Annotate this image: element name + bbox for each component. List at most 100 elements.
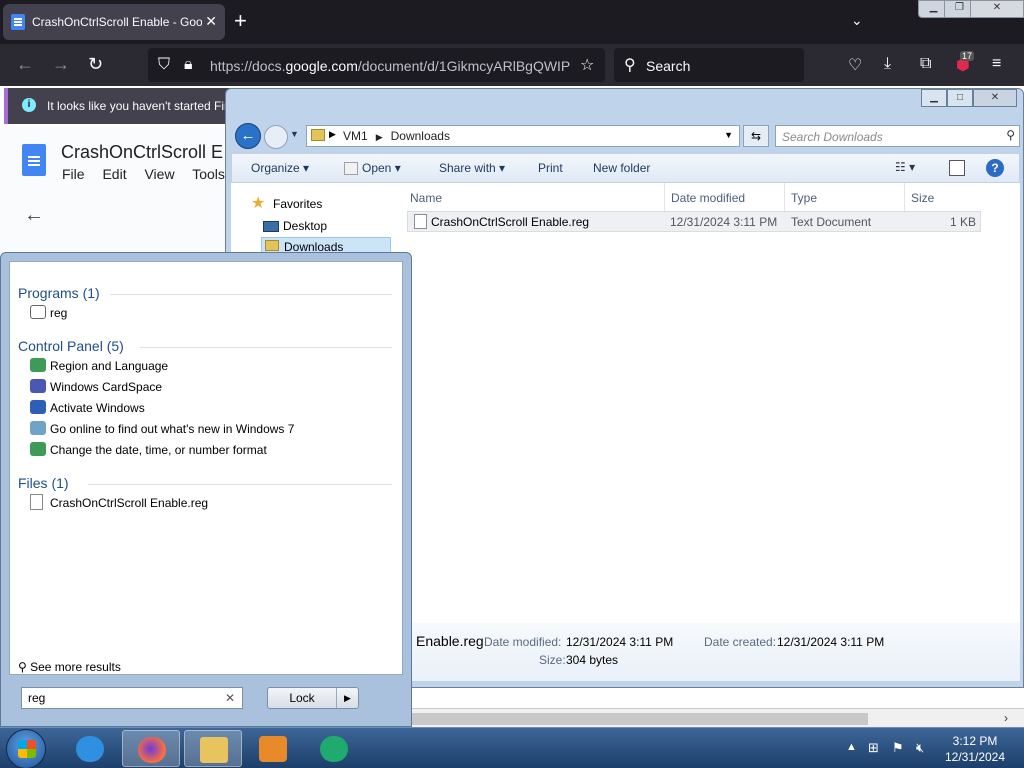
- url-text[interactable]: https://docs.google.com/document/d/1Gikm…: [210, 58, 575, 74]
- start-button[interactable]: [6, 729, 46, 768]
- table-row[interactable]: CrashOnCtrlScroll Enable.reg 12/31/2024 …: [407, 211, 981, 232]
- explorer-forward-button[interactable]: [264, 125, 288, 149]
- close-tab-icon[interactable]: ✕: [205, 13, 217, 30]
- forward-icon[interactable]: →: [52, 54, 70, 75]
- bookmark-star-icon[interactable]: ☆: [580, 55, 594, 75]
- list-all-tabs-icon[interactable]: ⌄: [851, 12, 863, 29]
- help-icon[interactable]: ?: [986, 159, 1004, 177]
- preview-pane-icon[interactable]: [949, 160, 965, 176]
- control-panel-header[interactable]: Control Panel (5): [18, 338, 124, 354]
- cp-change-date-format[interactable]: Change the date, time, or number format: [50, 443, 267, 457]
- programs-header[interactable]: Programs (1): [18, 285, 100, 301]
- print-button[interactable]: Print: [538, 161, 563, 175]
- lock-button[interactable]: Lock ▶: [267, 687, 359, 709]
- registry-editor-icon: [30, 305, 46, 319]
- document-title[interactable]: CrashOnCtrlScroll E: [61, 142, 223, 163]
- breadcrumb-downloads[interactable]: Downloads: [391, 129, 450, 143]
- tab-title: CrashOnCtrlScroll Enable - Goo: [32, 15, 202, 29]
- close-button[interactable]: ✕: [970, 0, 1024, 18]
- horizontal-scrollbar[interactable]: ›: [412, 708, 1024, 728]
- cp-region-and-language[interactable]: Region and Language: [50, 359, 168, 373]
- column-divider[interactable]: [664, 183, 665, 211]
- refresh-button[interactable]: ⇆: [743, 125, 769, 147]
- explorer-close-button[interactable]: ✕: [973, 89, 1017, 107]
- cp-windows-cardspace[interactable]: Windows CardSpace: [50, 380, 162, 394]
- details-date-created-label: Date created:: [704, 635, 777, 649]
- show-hidden-icons-icon[interactable]: ▲: [846, 741, 857, 753]
- explorer-minimize-button[interactable]: ▁: [921, 89, 947, 107]
- reload-icon[interactable]: ↻: [88, 54, 103, 75]
- menu-file[interactable]: File: [62, 166, 85, 182]
- network-icon[interactable]: ⊞: [868, 740, 879, 756]
- breadcrumb-chevron-icon[interactable]: ▶: [329, 129, 336, 140]
- organize-button[interactable]: Organize ▾: [251, 161, 309, 175]
- shield-icon[interactable]: ⛉: [158, 56, 170, 74]
- open-button[interactable]: Open ▾: [362, 161, 401, 175]
- nav-desktop[interactable]: Desktop: [283, 219, 327, 233]
- speaker-muted-icon[interactable]: 🔇︎: [916, 740, 924, 756]
- cp-whats-new[interactable]: Go online to find out what's new in Wind…: [50, 422, 294, 436]
- menu-icon[interactable]: ≡: [992, 55, 1001, 73]
- docs-logo-icon[interactable]: [22, 144, 46, 176]
- browser-tab-active[interactable]: CrashOnCtrlScroll Enable - Goo ✕: [3, 4, 225, 40]
- change-view-icon[interactable]: ☷ ▾: [895, 160, 915, 174]
- recent-pages-icon[interactable]: ▼: [290, 129, 299, 139]
- column-size[interactable]: Size: [911, 191, 934, 205]
- search-bar[interactable]: ⚲ Search: [614, 48, 804, 82]
- menu-tools[interactable]: Tools: [192, 166, 225, 182]
- nav-favorites[interactable]: Favorites: [273, 197, 322, 211]
- share-with-button[interactable]: Share with ▾: [439, 161, 505, 175]
- files-header[interactable]: Files (1): [18, 475, 69, 491]
- lock-icon[interactable]: 🔒︎: [184, 56, 193, 74]
- taskbar-media-player[interactable]: [244, 730, 302, 767]
- column-name[interactable]: Name: [410, 191, 442, 205]
- breadcrumb: VM1 ▶ Downloads: [343, 129, 458, 143]
- search-icon[interactable]: ⚲: [1006, 128, 1015, 142]
- taskbar-internet-explorer[interactable]: [61, 730, 119, 767]
- cp-activate-windows[interactable]: Activate Windows: [50, 401, 145, 415]
- menu-view[interactable]: View: [144, 166, 174, 182]
- file-result[interactable]: CrashOnCtrlScroll Enable.reg: [50, 496, 208, 510]
- browser-tab-bar: CrashOnCtrlScroll Enable - Goo ✕ + ⌄ ▁ ❐…: [0, 0, 1024, 44]
- cardspace-icon: [30, 379, 46, 393]
- scroll-right-icon[interactable]: ›: [1004, 711, 1008, 725]
- extensions-icon[interactable]: ⧉: [920, 55, 931, 73]
- text-file-icon: [414, 214, 427, 229]
- see-more-results-link[interactable]: ⚲ See more results: [18, 660, 121, 674]
- explorer-maximize-button[interactable]: □: [947, 89, 973, 107]
- start-search-input[interactable]: reg ✕: [21, 687, 243, 709]
- back-arrow-icon[interactable]: ←: [24, 204, 44, 227]
- taskbar-app[interactable]: [305, 730, 363, 767]
- breadcrumb-vm1[interactable]: VM1: [343, 129, 368, 143]
- explorer-search-input[interactable]: Search Downloads ⚲: [775, 125, 1020, 147]
- taskbar-firefox[interactable]: [122, 730, 180, 767]
- address-bar[interactable]: ▶ VM1 ▶ Downloads ▼: [306, 125, 740, 147]
- pocket-icon[interactable]: ♡: [848, 55, 862, 75]
- new-tab-button[interactable]: +: [234, 8, 247, 34]
- action-center-flag-icon[interactable]: ⚑: [892, 740, 904, 756]
- column-date-modified[interactable]: Date modified: [671, 191, 745, 205]
- section-divider: [110, 294, 392, 295]
- breadcrumb-separator-icon[interactable]: ▶: [376, 132, 383, 142]
- clear-search-icon[interactable]: ✕: [225, 691, 235, 705]
- power-options-arrow-icon[interactable]: ▶: [336, 688, 358, 708]
- section-divider: [88, 484, 392, 485]
- column-divider[interactable]: [784, 183, 785, 211]
- program-reg[interactable]: reg: [50, 306, 67, 320]
- menu-edit[interactable]: Edit: [102, 166, 126, 182]
- scrollbar-thumb[interactable]: [412, 713, 868, 725]
- new-folder-button[interactable]: New folder: [593, 161, 650, 175]
- column-divider[interactable]: [904, 183, 905, 211]
- globe-icon: [30, 358, 46, 372]
- back-icon[interactable]: ←: [16, 54, 34, 75]
- explorer-toolbar: Organize ▾ Open ▾ Share with ▾ Print New…: [231, 153, 1020, 183]
- downloads-folder-icon: [265, 240, 279, 251]
- clock-time[interactable]: 3:12 PM: [950, 734, 1000, 748]
- address-dropdown-icon[interactable]: ▼: [724, 130, 733, 140]
- clock-date[interactable]: 12/31/2024: [942, 750, 1008, 764]
- explorer-back-button[interactable]: ←: [235, 123, 261, 149]
- taskbar-explorer[interactable]: [184, 730, 242, 767]
- url-bar[interactable]: ⛉ 🔒︎ https://docs.google.com/document/d/…: [148, 48, 605, 82]
- column-type[interactable]: Type: [791, 191, 817, 205]
- downloads-icon[interactable]: ⤓: [884, 55, 891, 73]
